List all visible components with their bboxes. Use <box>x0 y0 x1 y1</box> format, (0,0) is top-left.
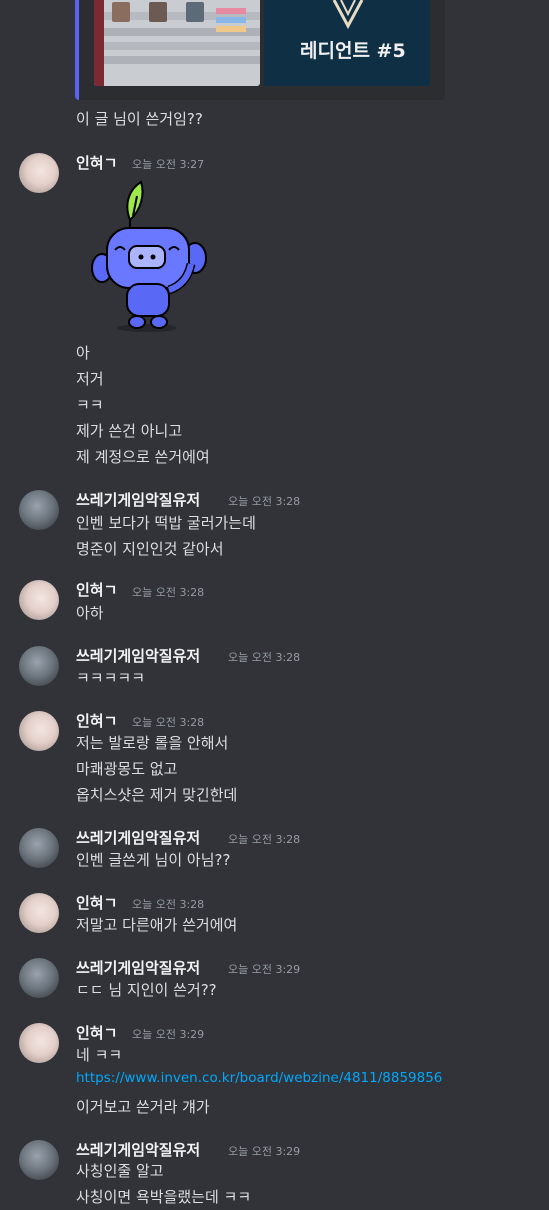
message-line: 제 계정으로 쓴거에여 <box>76 448 210 466</box>
embed-image-rank[interactable]: 레디언트 #5 <box>264 0 430 86</box>
message-link[interactable]: https://www.inven.co.kr/board/webzine/48… <box>76 1070 442 1086</box>
message-line: 명준이 지인인것 같아서 <box>76 540 224 558</box>
message-line: 네 ㅋㅋ <box>76 1046 123 1064</box>
rank-title: 레디언트 #5 <box>300 40 406 62</box>
timestamp: 오늘 오전 3:29 <box>228 963 301 976</box>
timestamp: 오늘 오전 3:28 <box>132 586 205 599</box>
wumpus-sticker[interactable] <box>85 180 211 332</box>
message-line: ㅋㅋㅋㅋㅋ <box>76 669 146 687</box>
timestamp: 오늘 오전 3:29 <box>132 1028 205 1041</box>
avatar[interactable] <box>19 1140 59 1180</box>
message-line: 아 <box>76 344 90 362</box>
message-line: 사칭인줄 알고 <box>76 1162 164 1180</box>
timestamp: 오늘 오전 3:28 <box>132 716 205 729</box>
username[interactable]: 인혀ㄱ <box>76 892 117 913</box>
message-line: 옵치스샷은 제거 맞긴한데 <box>76 786 238 804</box>
username[interactable]: 인혀ㄱ <box>76 710 117 731</box>
avatar[interactable] <box>19 490 59 530</box>
avatar[interactable] <box>19 711 59 751</box>
radiant-rank-icon <box>330 0 366 30</box>
message-line: 이거보고 쓴거라 걔가 <box>76 1098 210 1116</box>
message-line: 인벤 글쓴게 님이 아님?? <box>76 851 231 869</box>
avatar[interactable] <box>19 893 59 933</box>
message-line: 저말고 다른애가 쓴거에여 <box>76 916 238 934</box>
timestamp: 오늘 오전 3:28 <box>228 495 301 508</box>
avatar[interactable] <box>19 958 59 998</box>
message-line: 사칭이면 욕박을랬는데 ㅋㅋ <box>76 1188 252 1206</box>
message-line: ㅋㅋ <box>76 396 104 414</box>
avatar[interactable] <box>19 580 59 620</box>
timestamp: 오늘 오전 3:28 <box>228 833 301 846</box>
timestamp: 오늘 오전 3:28 <box>132 898 205 911</box>
message-line: 인벤 보다가 떡밥 굴러가는데 <box>76 514 256 532</box>
avatar[interactable] <box>19 153 59 193</box>
message-line: ㄷㄷ 님 지인이 쓴거?? <box>76 981 217 999</box>
avatar[interactable] <box>19 828 59 868</box>
username[interactable]: 쓰레기게임악질유저 <box>76 1139 200 1160</box>
username[interactable]: 쓰레기게임악질유저 <box>76 645 200 666</box>
message-line: 저거 <box>76 370 104 388</box>
username[interactable]: 쓰레기게임악질유저 <box>76 957 200 978</box>
timestamp: 오늘 오전 3:28 <box>228 651 301 664</box>
message-text: 이 글 님이 쓴거임?? <box>76 110 203 128</box>
username[interactable]: 쓰레기게임악질유저 <box>76 489 200 510</box>
username[interactable]: 인혀ㄱ <box>76 1022 117 1043</box>
message-line: 제가 쓴건 아니고 <box>76 422 183 440</box>
message-line: 저는 발로랑 롤을 안해서 <box>76 734 229 752</box>
link-embed: 레디언트 #5 <box>75 0 445 100</box>
avatar[interactable] <box>19 1023 59 1063</box>
embed-image-scoreboard[interactable] <box>94 0 260 86</box>
message-line: 아하 <box>76 604 104 622</box>
username[interactable]: 쓰레기게임악질유저 <box>76 827 200 848</box>
username[interactable]: 인혀ㄱ <box>76 579 117 600</box>
timestamp: 오늘 오전 3:29 <box>228 1145 301 1158</box>
username[interactable]: 인혀ㄱ <box>76 152 117 173</box>
timestamp: 오늘 오전 3:27 <box>132 158 205 171</box>
avatar[interactable] <box>19 646 59 686</box>
message-line: 마쾌광몽도 없고 <box>76 760 178 778</box>
